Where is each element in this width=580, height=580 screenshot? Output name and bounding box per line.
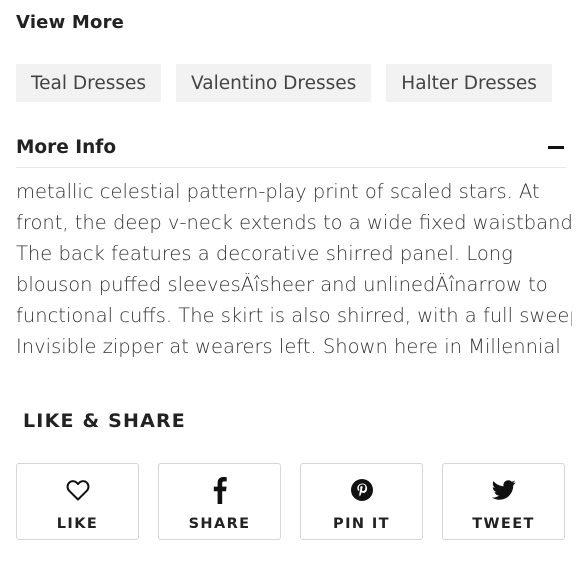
pin-it-button[interactable]: PIN IT	[300, 463, 423, 540]
twitter-icon	[491, 477, 517, 503]
more-info-toggle[interactable]: More Info	[16, 128, 566, 168]
product-description: metallic celestial pattern-play print of…	[16, 176, 572, 364]
minus-icon[interactable]	[548, 146, 564, 149]
description-line: The back features a decorative shirred p…	[16, 242, 513, 265]
description-line: functional cuffs. The skirt is also shir…	[16, 304, 572, 327]
description-line: metallic celestial pattern-play print of…	[16, 180, 540, 203]
view-more-heading: View More	[16, 12, 125, 33]
facebook-icon	[207, 477, 233, 504]
tag-halter-dresses[interactable]: Halter Dresses	[386, 64, 552, 102]
heart-icon	[65, 477, 91, 503]
share-label: SHARE	[188, 516, 251, 532]
tag-valentino-dresses[interactable]: Valentino Dresses	[176, 64, 372, 102]
description-line: Invisible zipper at wearers left. Shown …	[16, 335, 561, 358]
tweet-button[interactable]: TWEET	[442, 463, 565, 540]
description-line: front, the deep v-neck extends to a wide…	[16, 211, 572, 234]
more-info-heading: More Info	[16, 137, 117, 158]
like-label: LIKE	[56, 516, 99, 532]
tweet-label: TWEET	[472, 516, 535, 532]
share-button[interactable]: SHARE	[158, 463, 281, 540]
tag-teal-dresses[interactable]: Teal Dresses	[16, 64, 162, 102]
pin-it-label: PIN IT	[333, 516, 390, 532]
tag-list: Teal Dresses Valentino Dresses Halter Dr…	[16, 64, 552, 102]
description-line: blouson puffed sleevesÄîsheer and unline…	[16, 273, 548, 296]
like-share-heading: LIKE & SHARE	[23, 410, 186, 432]
share-buttons: LIKE SHARE PIN IT TWEET	[16, 463, 565, 540]
like-button[interactable]: LIKE	[16, 463, 139, 540]
pinterest-icon	[349, 477, 375, 503]
